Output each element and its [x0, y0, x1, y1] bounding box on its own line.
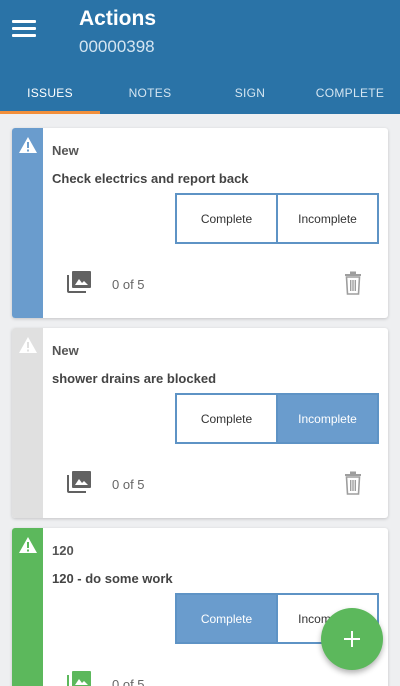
photo-gallery-icon[interactable]	[67, 471, 91, 493]
tab-complete[interactable]: COMPLETE	[300, 72, 400, 114]
incomplete-button[interactable]: Incomplete	[276, 395, 377, 442]
delete-icon[interactable]	[343, 471, 363, 495]
plus-icon	[344, 631, 360, 647]
page-title: Actions	[79, 7, 157, 30]
issue-status: New	[52, 143, 79, 158]
complete-button[interactable]: Complete	[177, 395, 276, 442]
tab-issues[interactable]: ISSUES	[0, 72, 100, 114]
app-bar: Actions 00000398 ISSUES NOTES SIGN COMPL…	[0, 0, 400, 114]
photo-count: 0 of 5	[112, 677, 145, 686]
warning-icon	[19, 137, 37, 153]
photo-gallery-icon[interactable]	[67, 271, 91, 293]
complete-button[interactable]: Complete	[177, 195, 276, 242]
issue-card: New shower drains are blocked Complete I…	[12, 328, 388, 518]
tab-bar: ISSUES NOTES SIGN COMPLETE	[0, 72, 400, 114]
warning-icon	[19, 337, 37, 353]
issue-description: 120 - do some work	[52, 571, 173, 586]
hamburger-menu-icon[interactable]	[12, 20, 38, 40]
incomplete-button[interactable]: Incomplete	[276, 195, 377, 242]
issue-status-strip	[12, 328, 43, 518]
warning-icon	[19, 537, 37, 553]
page-subtitle: 00000398	[79, 37, 155, 56]
delete-icon[interactable]	[343, 271, 363, 295]
issue-card: New Check electrics and report back Comp…	[12, 128, 388, 318]
issue-description: Check electrics and report back	[52, 171, 249, 186]
issue-description: shower drains are blocked	[52, 371, 217, 386]
tab-notes[interactable]: NOTES	[100, 72, 200, 114]
photo-gallery-icon[interactable]	[67, 671, 91, 686]
completion-toggle: Complete Incomplete	[175, 193, 379, 244]
issue-status: 120	[52, 543, 74, 558]
complete-button[interactable]: Complete	[177, 595, 276, 642]
tab-sign[interactable]: SIGN	[200, 72, 300, 114]
add-issue-button[interactable]	[321, 608, 383, 670]
completion-toggle: Complete Incomplete	[175, 393, 379, 444]
photo-count: 0 of 5	[112, 277, 145, 292]
issue-status-strip	[12, 528, 43, 686]
issue-status-strip	[12, 128, 43, 318]
issue-status: New	[52, 343, 79, 358]
issues-list: New Check electrics and report back Comp…	[0, 114, 400, 686]
photo-count: 0 of 5	[112, 477, 145, 492]
